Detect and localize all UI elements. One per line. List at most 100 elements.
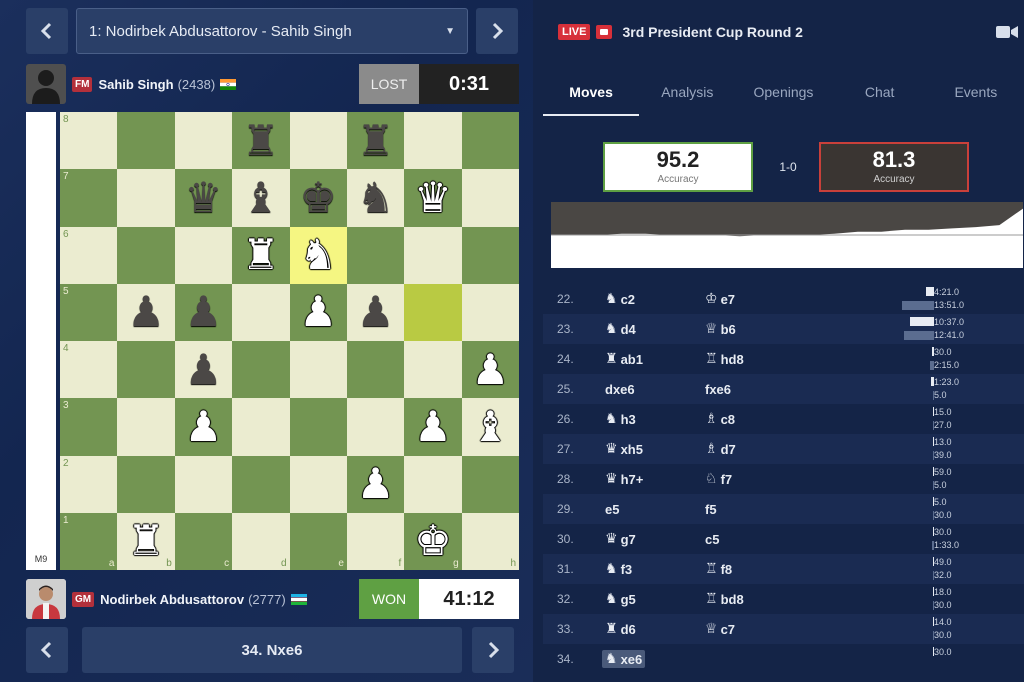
square-a5[interactable]: 5 [60, 283, 118, 341]
square-h8[interactable] [461, 112, 519, 170]
square-b2[interactable] [117, 455, 175, 513]
square-g3[interactable]: ♟ [404, 398, 462, 456]
square-a4[interactable]: 4 [60, 341, 118, 399]
square-f2[interactable]: ♟ [346, 455, 405, 513]
square-h1[interactable]: h [461, 512, 519, 570]
square-f4[interactable] [346, 341, 405, 399]
black-move[interactable]: c5 [705, 532, 719, 547]
square-d4[interactable] [232, 341, 290, 399]
square-f1[interactable]: f [346, 512, 405, 570]
next-move-button[interactable] [472, 627, 514, 673]
white-knight-icon[interactable]: ♞ [290, 227, 347, 284]
square-a3[interactable]: 3 [60, 398, 118, 456]
square-h2[interactable] [461, 455, 519, 513]
black-move[interactable]: fxe6 [705, 382, 731, 397]
white-move[interactable]: ♞ f3 [605, 561, 632, 577]
black-king-icon[interactable]: ♚ [290, 169, 347, 226]
square-d6[interactable]: ♜ [232, 226, 290, 284]
square-d3[interactable] [232, 398, 290, 456]
tab-analysis[interactable]: Analysis [639, 68, 735, 116]
tab-openings[interactable]: Openings [735, 68, 831, 116]
white-queen-icon[interactable]: ♛ [404, 169, 461, 226]
square-a7[interactable]: 7 [60, 169, 118, 227]
white-pawn-icon[interactable]: ♟ [462, 341, 519, 398]
square-d1[interactable]: d [232, 512, 290, 570]
square-f3[interactable] [346, 398, 405, 456]
square-c6[interactable] [174, 226, 233, 284]
black-move[interactable]: ♗ d7 [705, 441, 736, 457]
black-queen-icon[interactable]: ♛ [175, 169, 232, 226]
player-name[interactable]: Sahib Singh [98, 77, 173, 92]
square-a8[interactable]: 8 [60, 112, 118, 170]
prev-game-button[interactable] [26, 8, 68, 54]
square-e3[interactable] [289, 398, 347, 456]
white-move[interactable]: ♛ g7 [605, 531, 636, 547]
white-move[interactable]: e5 [605, 502, 619, 517]
square-e2[interactable] [289, 455, 347, 513]
square-h5[interactable] [461, 283, 519, 341]
square-a1[interactable]: 1a [60, 512, 118, 570]
square-c8[interactable] [174, 112, 233, 170]
white-move[interactable]: ♞ h3 [605, 411, 636, 427]
square-e6[interactable]: ♞ [289, 226, 347, 284]
square-b8[interactable] [117, 112, 175, 170]
square-f5[interactable]: ♟ [346, 283, 405, 341]
white-rook-icon[interactable]: ♜ [232, 227, 289, 284]
black-move[interactable]: ♗ c8 [705, 411, 735, 427]
tab-events[interactable]: Events [928, 68, 1024, 116]
black-bishop-icon[interactable]: ♝ [232, 169, 289, 226]
black-move[interactable]: ♕ c7 [705, 621, 735, 637]
white-pawn-icon[interactable]: ♟ [175, 398, 232, 455]
video-camera-icon[interactable] [996, 24, 1018, 40]
black-pawn-icon[interactable]: ♟ [175, 284, 232, 341]
square-c1[interactable]: c [174, 512, 233, 570]
game-select-dropdown[interactable]: 1: Nodirbek Abdusattorov - Sahib Singh ▼ [76, 8, 468, 54]
evaluation-graph[interactable] [551, 202, 1023, 268]
black-move[interactable]: ♕ b6 [705, 321, 736, 337]
square-c4[interactable]: ♟ [174, 341, 233, 399]
black-move[interactable]: f5 [705, 502, 717, 517]
tab-moves[interactable]: Moves [543, 68, 640, 116]
square-b3[interactable] [117, 398, 175, 456]
white-move[interactable]: ♛ xh5 [605, 441, 643, 457]
square-g4[interactable] [404, 341, 462, 399]
black-move[interactable]: ♖ f8 [705, 561, 732, 577]
square-f7[interactable]: ♞ [346, 169, 405, 227]
square-c2[interactable] [174, 455, 233, 513]
black-move[interactable]: ♔ e7 [705, 291, 735, 307]
square-a2[interactable]: 2 [60, 455, 118, 513]
white-move[interactable]: ♜ d6 [605, 621, 636, 637]
square-h3[interactable]: ♝ [461, 398, 519, 456]
tab-chat[interactable]: Chat [832, 68, 928, 116]
square-g6[interactable] [404, 226, 462, 284]
white-bishop-icon[interactable]: ♝ [462, 398, 519, 455]
white-rook-icon[interactable]: ♜ [117, 513, 174, 570]
square-b7[interactable] [117, 169, 175, 227]
black-pawn-icon[interactable]: ♟ [117, 284, 174, 341]
black-knight-icon[interactable]: ♞ [347, 169, 404, 226]
black-move[interactable]: ♖ bd8 [705, 591, 744, 607]
prev-move-button[interactable] [26, 627, 68, 673]
square-d7[interactable]: ♝ [232, 169, 290, 227]
avatar[interactable] [26, 579, 66, 619]
square-d2[interactable] [232, 455, 290, 513]
square-b1[interactable]: b ♜ [117, 512, 175, 570]
black-pawn-icon[interactable]: ♟ [175, 341, 232, 398]
white-move[interactable]: ♞ d4 [605, 321, 636, 337]
square-e1[interactable]: e [289, 512, 347, 570]
black-move[interactable]: ♘ f7 [705, 471, 732, 487]
white-king-icon[interactable]: ♚ [404, 513, 461, 570]
square-g2[interactable] [404, 455, 462, 513]
white-pawn-icon[interactable]: ♟ [404, 398, 461, 455]
player-name[interactable]: Nodirbek Abdusattorov [100, 592, 244, 607]
chess-board[interactable]: 8 ♜ ♜ 7 ♛ ♝ ♚ ♞ ♛ 6 ♜ ♞ 5 ♟ ♟ ♟ ♟ 4 ♟ ♟ 3 ♟ ♟ ♝ 2 ♟ 1 a b ♜ c d e f g ♚ h [60, 112, 519, 570]
white-pawn-icon[interactable]: ♟ [290, 284, 347, 341]
square-g8[interactable] [404, 112, 462, 170]
square-a6[interactable]: 6 [60, 226, 118, 284]
square-e4[interactable] [289, 341, 347, 399]
white-move[interactable]: ♞ c2 [605, 291, 635, 307]
white-move[interactable]: dxe6 [605, 382, 635, 397]
square-f8[interactable]: ♜ [346, 112, 405, 170]
square-b6[interactable] [117, 226, 175, 284]
black-move[interactable]: ♖ hd8 [705, 351, 744, 367]
